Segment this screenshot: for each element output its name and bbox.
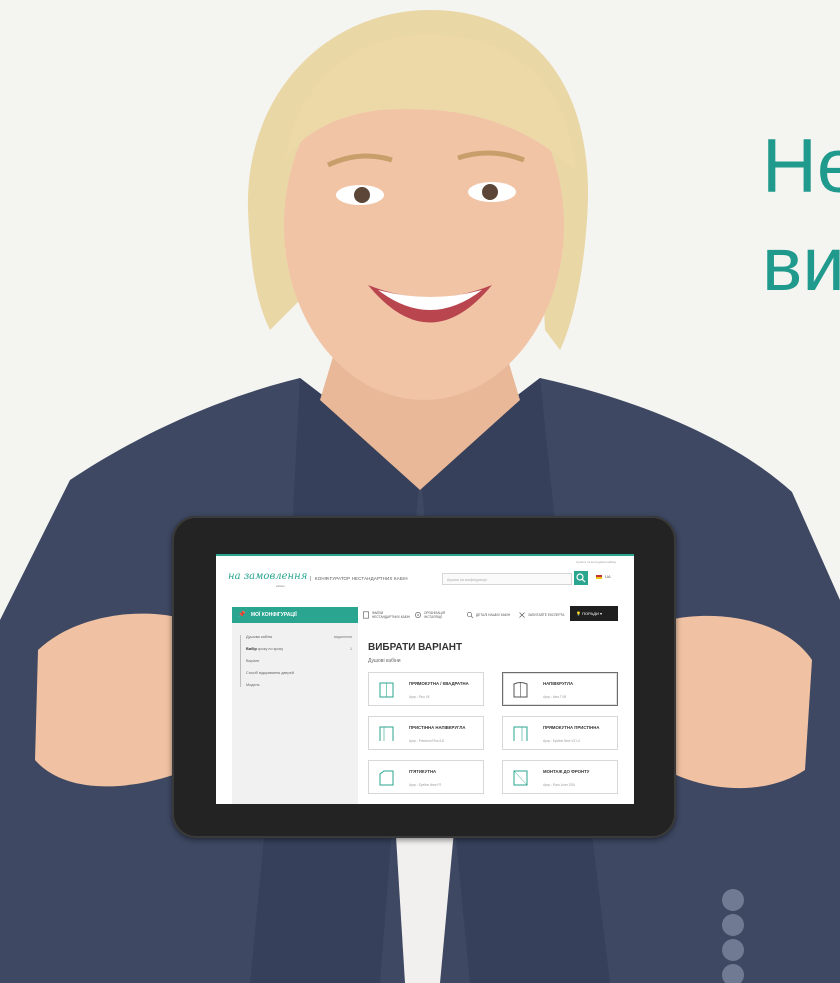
gear-icon bbox=[415, 612, 421, 618]
shower-cabin-icon bbox=[379, 682, 394, 698]
sleeve-button bbox=[722, 914, 744, 936]
step-rail bbox=[240, 635, 241, 687]
sidebar-header[interactable]: 📌 МОЇ КОНФІГУРАЦІЇ bbox=[232, 607, 358, 623]
sidebar-item-label-bold: Вибір bbox=[246, 647, 257, 651]
variant-card-article: Артр.: Funs Liner SSU bbox=[543, 783, 576, 787]
variant-card-title: НАПІВКРУГЛА bbox=[543, 681, 574, 686]
sidebar-item-step-number: 1 bbox=[350, 647, 352, 651]
sidebar-item-model[interactable]: Модель bbox=[246, 683, 260, 687]
tablet-screen: Купити та інтегрувати кабіну на замовлен… bbox=[216, 554, 634, 804]
site-logo[interactable]: на замовлення bbox=[228, 571, 307, 582]
nav-item-label: ФАЙЛИ НЕСТАНДАРТНИХ КАБІН bbox=[372, 611, 410, 619]
sidebar-item-choice[interactable]: Вибір кроку по кроку bbox=[246, 647, 283, 651]
utility-link[interactable]: Купити та інтегрувати кабіну bbox=[577, 560, 616, 564]
shower-cabin-icon bbox=[513, 726, 528, 741]
variant-card-pentagonal[interactable]: П'ЯТИКУТНА Артр.: Eyeline New P2 bbox=[368, 760, 484, 794]
accent-topline bbox=[216, 554, 634, 556]
help-button[interactable]: 💡 ПОРАДИ ▾ bbox=[570, 606, 618, 621]
shower-cabin-icon bbox=[379, 726, 394, 741]
left-iris bbox=[354, 187, 370, 203]
search-input[interactable]: Шукати на конфігураторі bbox=[442, 573, 572, 585]
sidebar-item-shower-cabin[interactable]: Душова кабіна bbox=[246, 635, 272, 639]
sidebar-item-variant[interactable]: Варіант bbox=[246, 659, 260, 663]
nav-item-ask-expert[interactable]: ЗАПИТАЙТЕ ЕКСПЕРТА bbox=[518, 611, 566, 619]
chevron-down-icon: ▾ bbox=[600, 611, 603, 616]
nav-item-installation[interactable]: ОРГАНІЗАЦІЯ ІНСТАЛЯЦІЇ bbox=[414, 611, 462, 619]
variant-card-wall-rectangular[interactable]: ПРЯМОКУТНА ПРИСТІННА Артр.: Eyeline New … bbox=[502, 716, 618, 750]
variant-card-title: ПРЯМОКУТНА ПРИСТІННА bbox=[543, 725, 600, 730]
variant-card-article: Артр.: Fino Xll bbox=[409, 695, 430, 699]
variant-card-title: ПРИСТІННА НАПІВКРУГЛА bbox=[409, 725, 466, 730]
variant-card-semicircular[interactable]: НАПІВКРУГЛА Артр.: Idea TVB bbox=[502, 672, 618, 706]
sidebar-item-door-opening[interactable]: Спосіб відкривання дверей bbox=[246, 671, 294, 675]
shower-cabin-icon bbox=[513, 682, 528, 698]
search-icon bbox=[576, 573, 586, 583]
variant-card-article: Артр.: Eyeline New VZ LX bbox=[543, 739, 581, 743]
nav-item-label: ЗАПИТАЙТЕ ЕКСПЕРТА bbox=[528, 613, 565, 617]
document-icon bbox=[363, 611, 369, 619]
variant-card-front-mount[interactable]: МОНТАЖ ДО ФРОНТУ Артр.: Funs Liner SSU bbox=[502, 760, 618, 794]
bulb-icon: 💡 bbox=[576, 611, 581, 616]
sleeve-button bbox=[722, 939, 744, 961]
sidebar-item-label: Душова кабіна bbox=[246, 635, 272, 639]
nav-item-label: ДЕТАЛІ НАШИХ КАБІН bbox=[476, 613, 511, 617]
flag-icon bbox=[596, 574, 602, 579]
site-logo-subtitle: кабіни bbox=[276, 584, 285, 588]
sleeve-button bbox=[722, 889, 744, 911]
variant-card-article: Артр.: Eyeline New P2 bbox=[409, 783, 442, 787]
shower-cabin-icon bbox=[513, 770, 528, 786]
magnifier-icon bbox=[466, 611, 474, 619]
sidebar: Душова кабіна видалення Вибір кроку по к… bbox=[232, 623, 358, 804]
right-iris bbox=[482, 184, 498, 200]
variant-card-article: Артр.: Premium Plus 6.8 bbox=[409, 739, 444, 743]
sidebar-item-remove[interactable]: видалення bbox=[334, 635, 352, 639]
tablet: Купити та інтегрувати кабіну на замовлен… bbox=[172, 516, 676, 838]
page-title: ВИБРАТИ ВАРІАНТ bbox=[368, 642, 463, 653]
shower-cabin-icon bbox=[379, 770, 394, 786]
variant-card-title: ПРЯМОКУТНА / КВАДРАТНА bbox=[409, 681, 469, 686]
nav-item-label: ОРГАНІЗАЦІЯ ІНСТАЛЯЦІЇ bbox=[424, 611, 446, 619]
language-label: UA bbox=[605, 574, 611, 579]
language-switcher[interactable]: UA bbox=[596, 574, 611, 579]
nav-item-details[interactable]: ДЕТАЛІ НАШИХ КАБІН bbox=[466, 611, 514, 619]
tools-icon bbox=[519, 612, 525, 618]
variant-card-wall-semicircular[interactable]: ПРИСТІННА НАПІВКРУГЛА Артр.: Premium Plu… bbox=[368, 716, 484, 750]
site-title: КОНФІГУРАТОР НЕСТАНДАРТНИХ КАБІН bbox=[310, 576, 408, 581]
pin-icon: 📌 bbox=[238, 612, 246, 618]
variant-card-rectangular[interactable]: ПРЯМОКУТНА / КВАДРАТНА Артр.: Fino Xll bbox=[368, 672, 484, 706]
page-subtitle: Душові кабіни bbox=[368, 658, 401, 664]
sidebar-item-label: кроку по кроку bbox=[256, 647, 284, 651]
variant-card-article: Артр.: Idea TVB bbox=[543, 695, 566, 699]
top-nav: ФАЙЛИ НЕСТАНДАРТНИХ КАБІН ОРГАНІЗАЦІЯ ІН… bbox=[362, 605, 566, 625]
variant-card-title: МОНТАЖ ДО ФРОНТУ bbox=[543, 769, 590, 774]
nav-item-files[interactable]: ФАЙЛИ НЕСТАНДАРТНИХ КАБІН bbox=[362, 611, 410, 619]
variant-card-title: П'ЯТИКУТНА bbox=[409, 769, 437, 774]
sidebar-header-label: МОЇ КОНФІГУРАЦІЇ bbox=[250, 612, 297, 618]
help-button-label: ПОРАДИ bbox=[582, 611, 599, 616]
search-button[interactable] bbox=[574, 571, 588, 585]
